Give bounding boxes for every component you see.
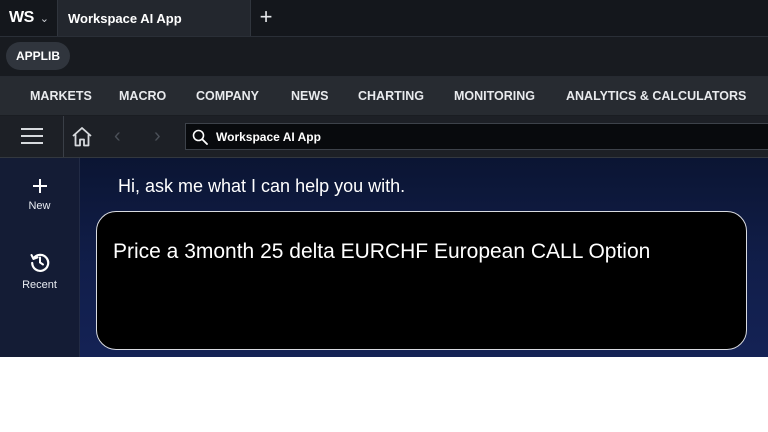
main-menu: MARKETS MACRO COMPANY NEWS CHARTING MONI… (0, 77, 768, 116)
new-label: New (28, 200, 51, 212)
menu-item-news[interactable]: NEWS (291, 77, 329, 115)
assistant-greeting: Hi, ask me what I can help you with. (118, 176, 406, 196)
menu-item-markets[interactable]: MARKETS (30, 77, 92, 115)
search-input[interactable]: Workspace AI App (185, 123, 768, 150)
plus-icon (32, 179, 47, 193)
tab-workspace-ai-app[interactable]: Workspace AI App (57, 0, 251, 36)
prompt-text: Price a 3month 25 delta EURCHF European … (113, 240, 651, 263)
menu-item-monitoring[interactable]: MONITORING (454, 77, 535, 115)
applib-bar: APPLIB (0, 37, 768, 77)
toolbar-divider (63, 116, 64, 157)
new-tab-button[interactable]: + (255, 5, 277, 29)
menu-item-analytics-calculators[interactable]: ANALYTICS & CALCULATORS (566, 77, 746, 115)
workspace-app: WS ⌄ Workspace AI App + APPLIB MARKETS M… (0, 0, 768, 357)
search-value: Workspace AI App (216, 130, 321, 144)
chat-panel: Hi, ask me what I can help you with. Pri… (80, 158, 768, 357)
back-arrow-icon[interactable]: ‹ (114, 126, 121, 146)
menu-item-charting[interactable]: CHARTING (358, 77, 424, 115)
title-bar: WS ⌄ Workspace AI App + (0, 0, 768, 37)
recent-button[interactable]: Recent (0, 251, 79, 291)
prompt-input[interactable]: Price a 3month 25 delta EURCHF European … (96, 211, 747, 350)
chevron-down-icon: ⌄ (39, 12, 49, 25)
workspace-logo: WS (9, 9, 34, 26)
menu-item-macro[interactable]: MACRO (119, 77, 166, 115)
forward-arrow-icon[interactable]: › (154, 126, 161, 146)
new-chat-button[interactable]: New (0, 178, 79, 212)
recent-label: Recent (22, 279, 57, 291)
applib-button[interactable]: APPLIB (6, 42, 71, 70)
tab-label: Workspace AI App (68, 10, 182, 26)
search-icon (192, 129, 208, 145)
hamburger-icon[interactable] (21, 128, 43, 145)
toolbar: ‹ › Workspace AI App (0, 116, 768, 158)
history-icon (30, 253, 49, 272)
menu-item-company[interactable]: COMPANY (196, 77, 259, 115)
workspace-menu-button[interactable]: WS ⌄ (0, 0, 57, 36)
home-icon[interactable] (70, 125, 94, 149)
left-rail: New Recent (0, 158, 80, 357)
